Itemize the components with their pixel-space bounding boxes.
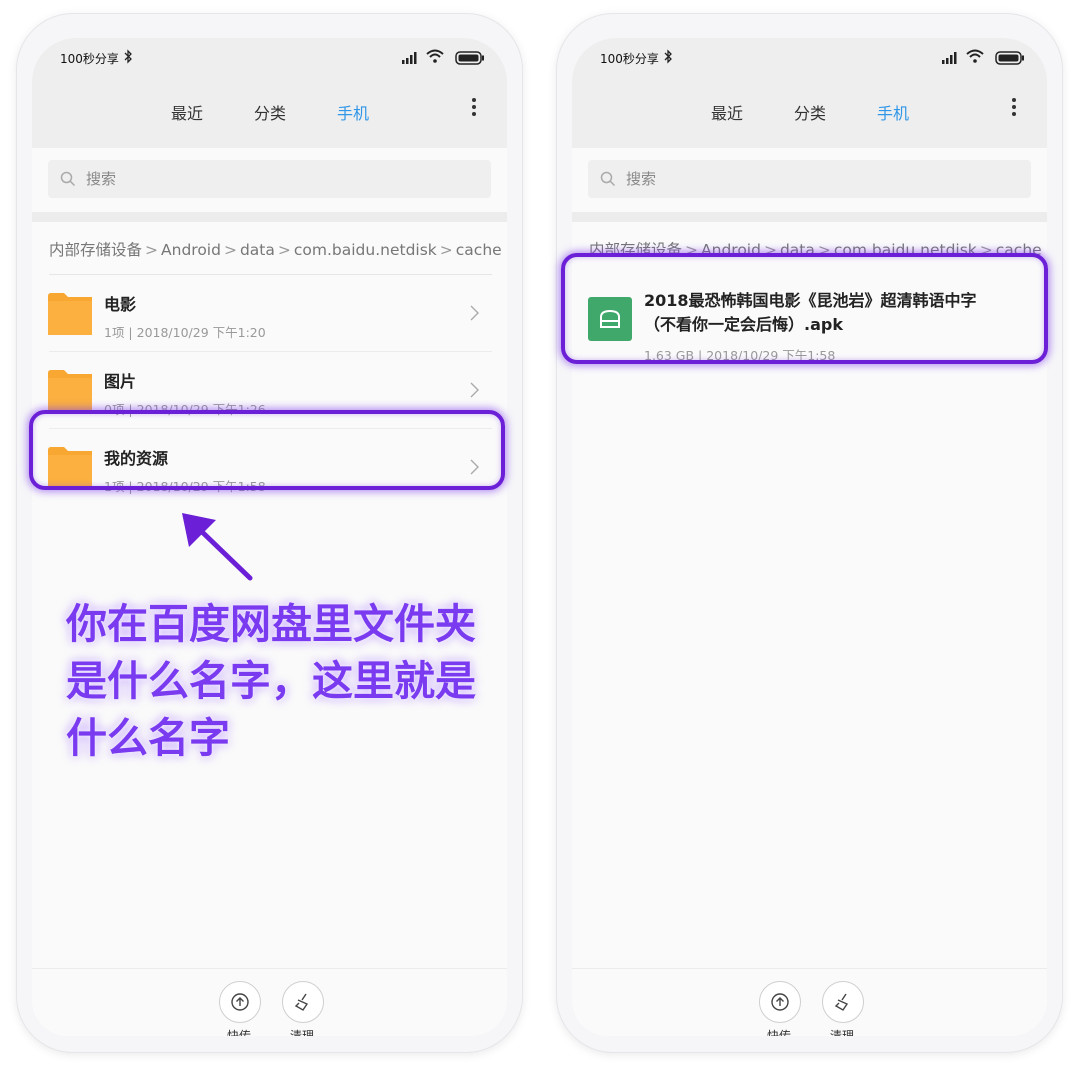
signal-icon [402,52,417,64]
quick-share-label: 快传 [226,1029,251,1036]
search-icon [600,171,616,187]
chevron-right-icon [470,382,479,398]
wifi-icon [426,49,444,63]
tab-category[interactable]: 分类 [794,100,826,124]
more-options-icon[interactable] [1008,96,1020,120]
quick-share-button[interactable] [219,981,261,1023]
annotation-line: 什么名字 [66,714,230,762]
screen-right: 100秒分享 最近 分类 手机 内部存储设备>Android>data>com.… [572,38,1047,1036]
status-bar: 100秒分享 [572,38,1047,78]
upload-icon [771,993,789,1011]
breadcrumb-android[interactable]: Android [161,241,221,259]
quick-share-button[interactable] [759,981,801,1023]
breadcrumb-data[interactable]: data [240,241,275,259]
chevron-right-icon [470,305,479,321]
section-divider [32,212,507,222]
tab-recent[interactable]: 最近 [711,100,743,124]
battery-icon [455,51,484,65]
broom-icon [834,993,849,1011]
chevron-right-icon: > [223,241,237,259]
upload-icon [231,993,249,1011]
search-area [572,148,1047,212]
highlight-box-left [29,410,505,490]
broom-icon [294,993,309,1011]
phone-frame-left: 100秒分享 最近 分类 手机 内部存储设备>Android>data>com.… [17,14,522,1052]
folder-icon [48,370,92,412]
more-options-icon[interactable] [468,96,480,120]
screen-left: 100秒分享 最近 分类 手机 内部存储设备>Android>data>com.… [32,38,507,1036]
bottom-toolbar: 快传 清理 [32,968,507,1036]
search-input[interactable] [626,160,1016,198]
annotation-text: 你在百度网盘里文件夹 是什么名字，这里就是 什么名字 [66,596,506,767]
annotation-line: 你在百度网盘里文件夹 [66,600,476,648]
breadcrumb-netdisk[interactable]: com.baidu.netdisk [294,241,437,259]
chevron-right-icon: > [145,241,159,259]
status-share-text: 100秒分享 [600,52,659,66]
highlight-box-right [561,253,1048,364]
search-box[interactable] [48,160,491,198]
bluetooth-icon [124,49,132,64]
bluetooth-icon [664,49,672,64]
tab-category[interactable]: 分类 [254,100,286,124]
tab-phone[interactable]: 手机 [337,100,369,124]
breadcrumb: 内部存储设备 > Android > data > com.baidu.netdisk > ca… [49,238,504,262]
breadcrumb-cache[interactable]: cache [456,241,502,259]
wifi-icon [966,49,984,63]
folder-name: 图片 [104,372,137,391]
tab-bar: 最近 分类 手机 [572,78,1047,148]
clean-label: 清理 [829,1029,854,1036]
status-bar: 100秒分享 [32,38,507,78]
signal-icon [942,52,957,64]
clean-button[interactable] [282,981,324,1023]
chevron-right-icon: > [439,241,453,259]
tab-recent[interactable]: 最近 [171,100,203,124]
folder-icon [48,293,92,335]
breadcrumb-internal-storage[interactable]: 内部存储设备 [49,241,142,259]
clean-label: 清理 [289,1029,314,1036]
search-area [32,148,507,212]
section-divider [572,212,1047,222]
search-box[interactable] [588,160,1031,198]
chevron-right-icon: > [277,241,291,259]
quick-share-label: 快传 [766,1029,791,1036]
folder-name: 电影 [104,295,137,314]
bottom-toolbar: 快传 清理 [572,968,1047,1036]
search-input[interactable] [86,160,476,198]
folder-meta: 1项 | 2018/10/29 下午1:20 [104,325,266,340]
pointer-arrow-icon [182,513,253,581]
status-share-text: 100秒分享 [60,52,119,66]
battery-icon [995,51,1024,65]
clean-button[interactable] [822,981,864,1023]
phone-frame-right: 100秒分享 最近 分类 手机 内部存储设备>Android>data>com.… [557,14,1062,1052]
tab-phone[interactable]: 手机 [877,100,909,124]
folder-row-movies[interactable]: 电影 1项 | 2018/10/29 下午1:20 [32,275,507,352]
annotation-line: 是什么名字，这里就是 [66,657,476,705]
tab-bar: 最近 分类 手机 [32,78,507,148]
search-icon [60,171,76,187]
